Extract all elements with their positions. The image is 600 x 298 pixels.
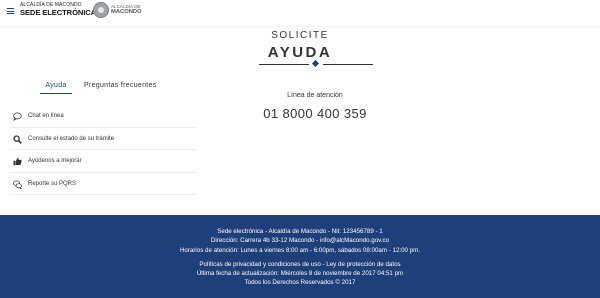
list-item-tramite[interactable]: Consulte el estado de su trámite [10, 128, 196, 150]
brand-link[interactable]: ALCALDÍA DE MACONDO SEDE ELECTRÓNICA [20, 3, 96, 17]
logo-line2: MACONDO [111, 8, 142, 15]
footer-hours: Horarios de atención: Lunes a viernes 8:… [179, 246, 421, 254]
list-item-label: Consulte el estado de su trámite [28, 135, 115, 142]
site-footer: Sede electrónica - Alcaldía de Macondo -… [0, 215, 600, 298]
list-item-label: Reporte su PQRS [28, 180, 77, 187]
hamburger-icon[interactable] [7, 8, 14, 14]
contact-panel: Línea de atención 01 8000 400 359 [255, 92, 375, 121]
list-item-mejorar[interactable]: Ayúdenos a mejorar [10, 150, 196, 173]
page-subtitle: SOLICITE [271, 30, 329, 41]
chat-bubble-icon [13, 112, 22, 121]
footer-policies-link[interactable]: Políticas de privacidad y condiciones de… [0, 260, 600, 269]
diamond-icon [311, 59, 320, 68]
help-options-list: Chat en línea Consulte el estado de su t… [10, 105, 196, 195]
seal-icon [93, 2, 109, 18]
speech-bubbles-icon [13, 180, 22, 189]
footer-updated: Última fecha de actualización: Miércoles… [196, 270, 404, 278]
list-item-label: Ayúdenos a mejorar [28, 158, 82, 164]
footer-copyright: Todos los Derechos Reservados © 2017 [244, 279, 356, 287]
footer-entity: Sede electrónica - Alcaldía de Macondo -… [217, 228, 383, 235]
page-title: AYUDA [267, 44, 333, 61]
alcaldia-logo[interactable]: ALCALDÍA DE MACONDO [93, 2, 142, 20]
title-divider [259, 59, 373, 68]
tab-ayuda[interactable]: Ayuda [40, 82, 72, 94]
brand-title: SEDE ELECTRÓNICA [20, 8, 97, 17]
logo-text: ALCALDÍA DE MACONDO [111, 4, 142, 15]
page-heading: SOLICITE AYUDA [0, 30, 600, 61]
list-item-label: Chat en línea [28, 113, 64, 119]
tab-preguntas-frecuentes[interactable]: Preguntas frecuentes [84, 82, 157, 89]
search-icon [13, 134, 22, 144]
list-item-chat[interactable]: Chat en línea [10, 105, 196, 128]
list-item-pqrs[interactable]: Reporte su PQRS [10, 173, 196, 195]
contact-phone[interactable]: 01 8000 400 359 [255, 106, 375, 121]
thumbs-up-icon [13, 157, 22, 166]
footer-address: Dirección: Carrera 4b 33-12 Macondo - in… [210, 237, 390, 245]
site-header: ALCALDÍA DE MACONDO SEDE ELECTRÓNICA ALC… [0, 0, 600, 26]
contact-label: Línea de atención [287, 92, 343, 99]
